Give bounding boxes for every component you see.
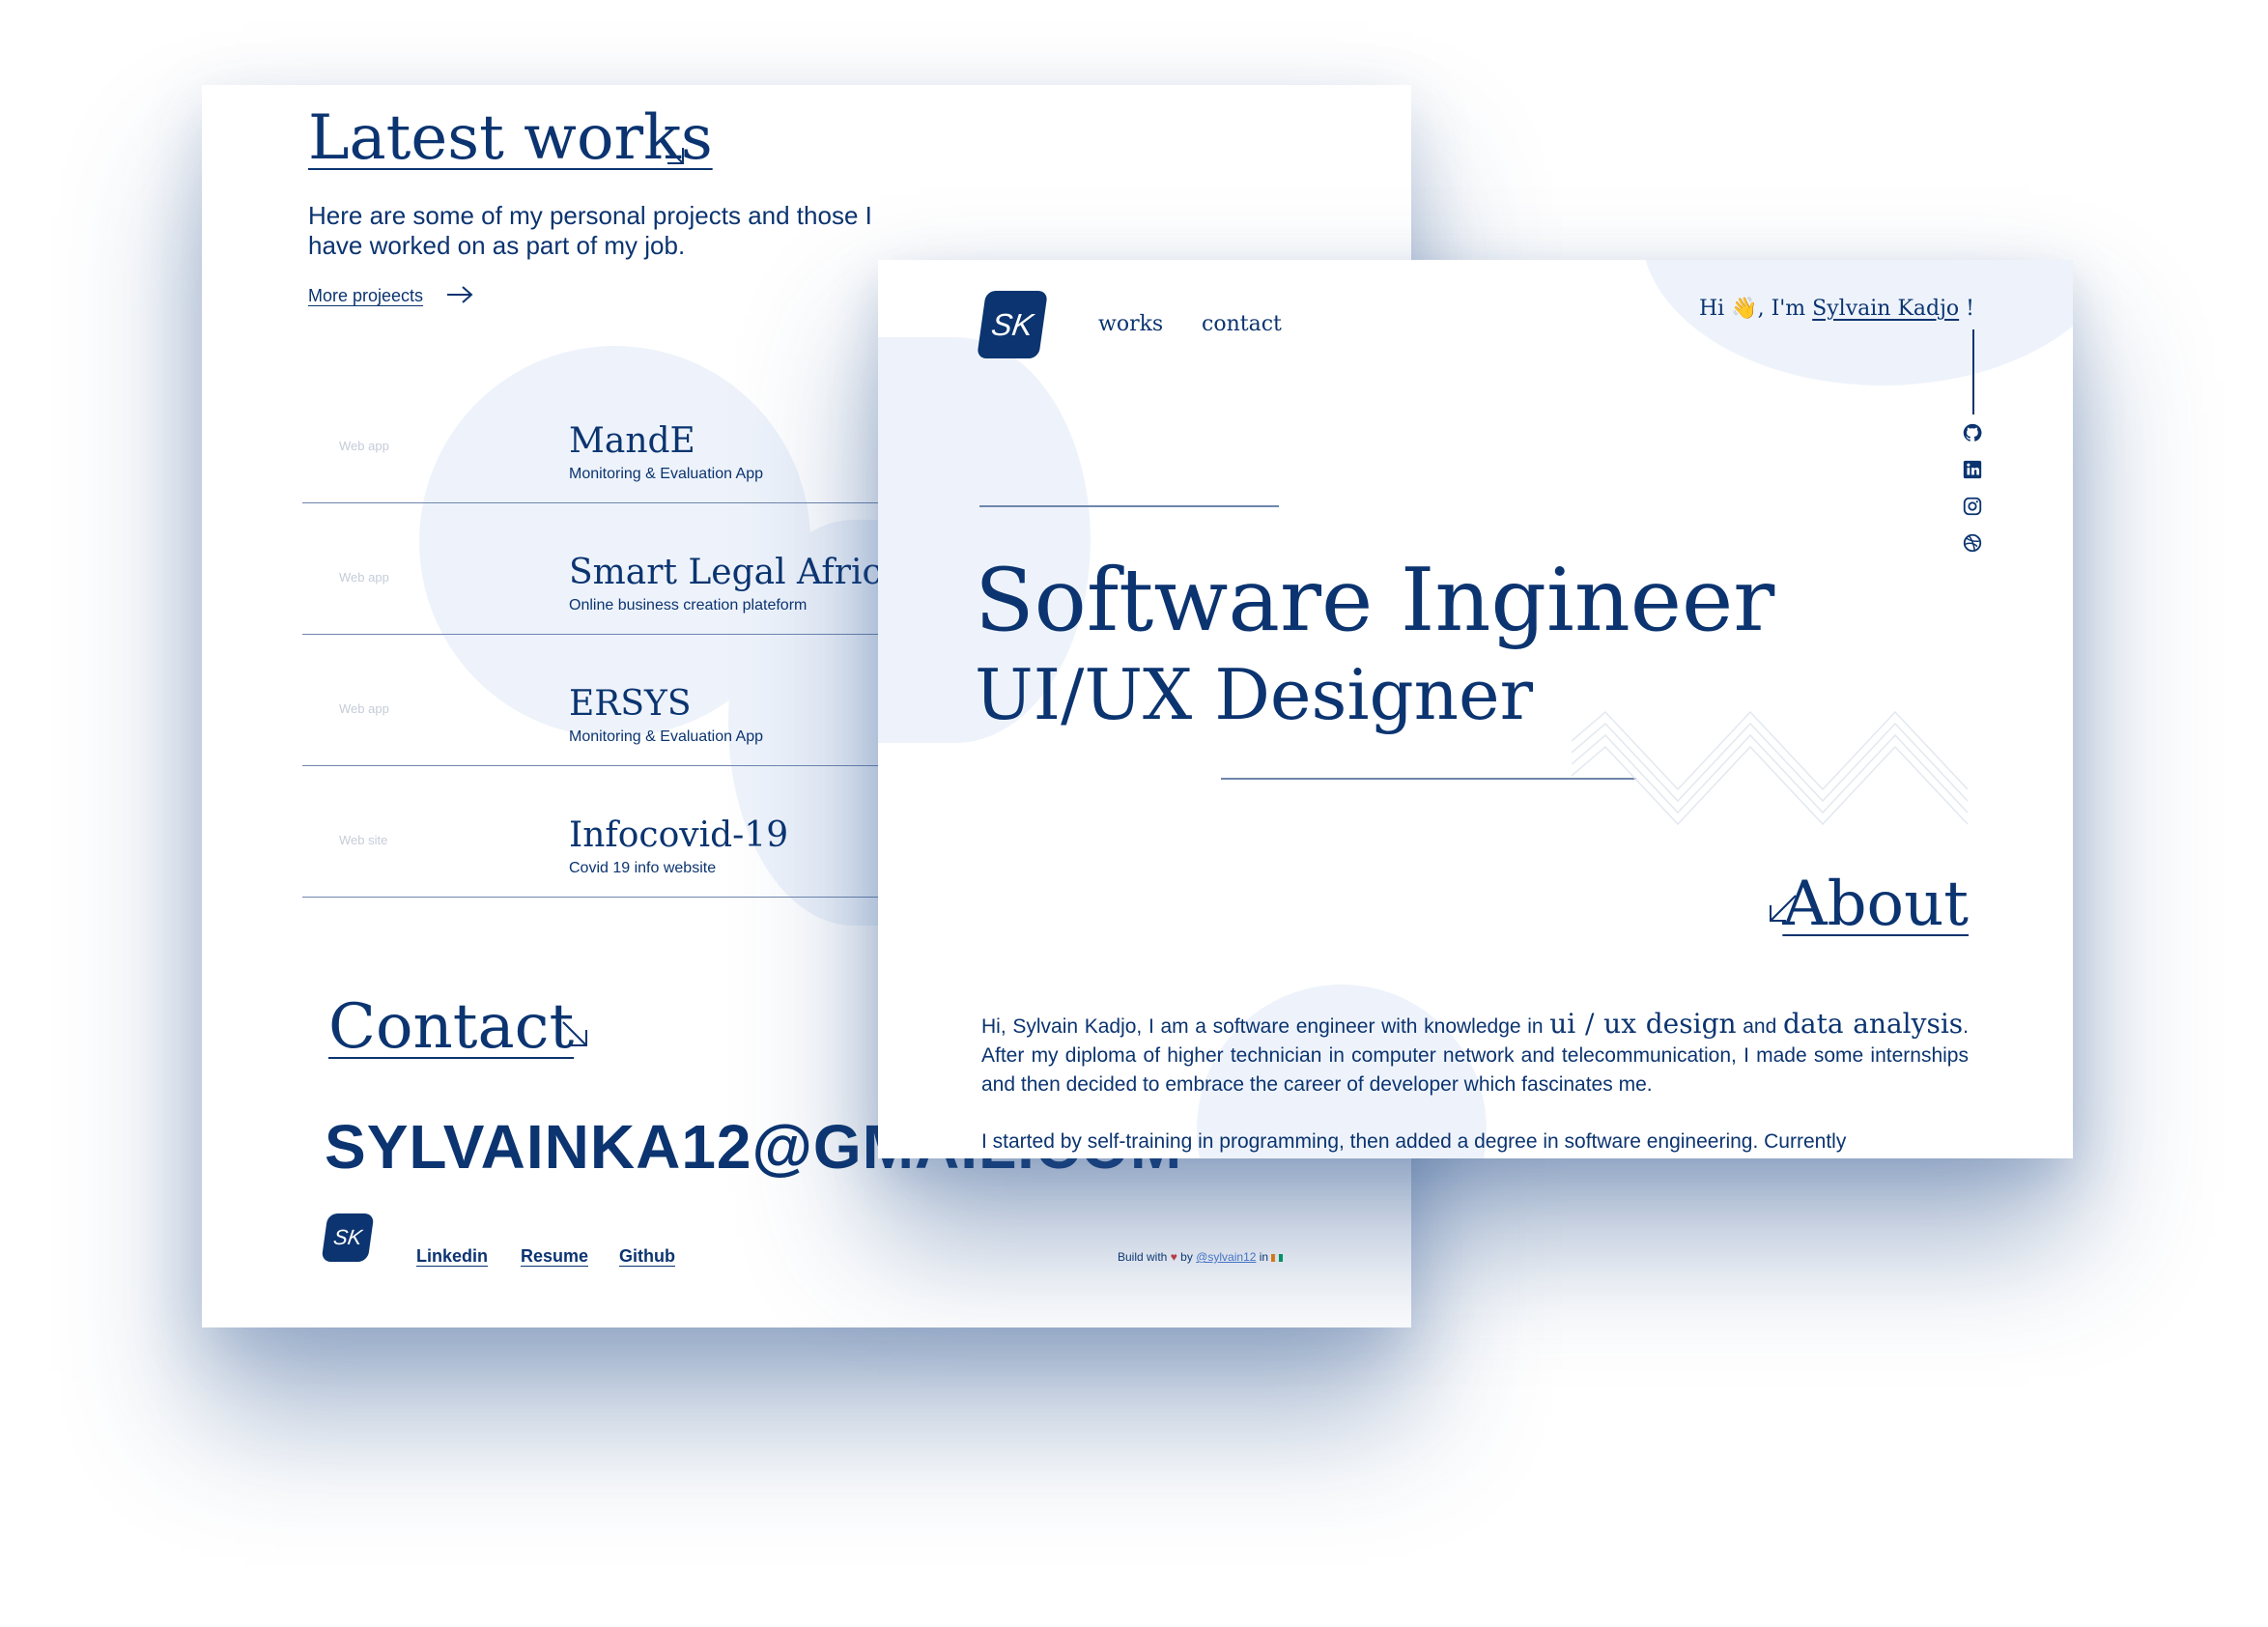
about-paragraph: Hi, Sylvain Kadjo, I am a software engin… [981, 1010, 1969, 1099]
greeting-suffix: ! [1966, 297, 1974, 321]
project-name: MandE [569, 421, 695, 461]
logo[interactable]: SK [977, 291, 1048, 358]
works-title[interactable]: Latest works [308, 102, 713, 174]
credit-in: in [1259, 1250, 1269, 1264]
credit-prefix: Build with [1118, 1250, 1168, 1264]
hero-subtitle: UI/UX Designer [975, 654, 1534, 735]
github-icon[interactable] [1962, 422, 1983, 443]
project-name: ERSYS [569, 684, 692, 724]
project-type: Web app [339, 439, 389, 453]
arrow-down-right-icon [659, 139, 684, 164]
ivory-coast-flag-icon [1271, 1253, 1284, 1262]
portfolio-hero-page: SK works contact Hi 👋, I'm Sylvain Kadjo… [878, 260, 2073, 1158]
about-paragraph: I started by self-training in programmin… [981, 1130, 1847, 1153]
nav-contact[interactable]: contact [1202, 312, 1282, 336]
project-description: Covid 19 info website [569, 860, 717, 876]
about-highlight: data analysis [1782, 1008, 1964, 1040]
about-highlight: ui / ux design [1549, 1008, 1737, 1040]
project-type: Web site [339, 833, 388, 847]
project-type: Web app [339, 701, 389, 716]
logo[interactable]: SK [321, 1213, 375, 1262]
greeting: Hi 👋, I'm Sylvain Kadjo ! [1699, 297, 1974, 321]
project-type: Web app [339, 570, 389, 585]
footer-credit: Build with ♥ by @sylvain12 in [1118, 1250, 1284, 1264]
about-text: Hi, Sylvain Kadjo, I am a software engin… [981, 1015, 1544, 1038]
dribbble-icon[interactable] [1962, 532, 1983, 554]
about-text: and [1743, 1015, 1777, 1038]
heart-icon: ♥ [1170, 1250, 1177, 1264]
zigzag-pattern-icon [1572, 710, 1969, 826]
about-title[interactable]: About [1782, 869, 1969, 940]
linkedin-icon[interactable] [1962, 459, 1983, 480]
project-description: Monitoring & Evaluation App [569, 728, 764, 745]
more-projects-link[interactable]: More projeects [308, 286, 423, 306]
arrow-right-icon[interactable] [445, 284, 474, 305]
footer-link-resume[interactable]: Resume [521, 1246, 588, 1267]
instagram-icon[interactable] [1962, 496, 1983, 517]
project-name: Smart Legal Africa [569, 553, 903, 592]
nav-works[interactable]: works [1098, 312, 1163, 336]
project-description: Online business creation plateform [569, 597, 808, 614]
hero-title: Software Ingineer [975, 550, 1775, 651]
credit-by: by [1180, 1250, 1193, 1264]
hero-divider-top [979, 505, 1279, 507]
greeting-name-link[interactable]: Sylvain Kadjo [1812, 297, 1959, 321]
waving-hand-icon: 👋 [1731, 297, 1758, 321]
social-divider [1972, 329, 1974, 414]
background-circle [1641, 260, 2073, 385]
arrow-down-right-icon [562, 1021, 587, 1046]
credit-handle-link[interactable]: @sylvain12 [1196, 1250, 1256, 1264]
greeting-im: , I'm [1757, 297, 1806, 321]
project-description: Monitoring & Evaluation App [569, 466, 764, 482]
contact-title[interactable]: Contact [328, 991, 574, 1063]
footer-link-github[interactable]: Github [619, 1246, 675, 1267]
project-name: Infocovid-19 [569, 815, 789, 855]
greeting-prefix: Hi [1698, 297, 1725, 321]
footer-link-linkedin[interactable]: Linkedin [416, 1246, 488, 1267]
works-intro: Here are some of my personal projects an… [308, 201, 872, 260]
